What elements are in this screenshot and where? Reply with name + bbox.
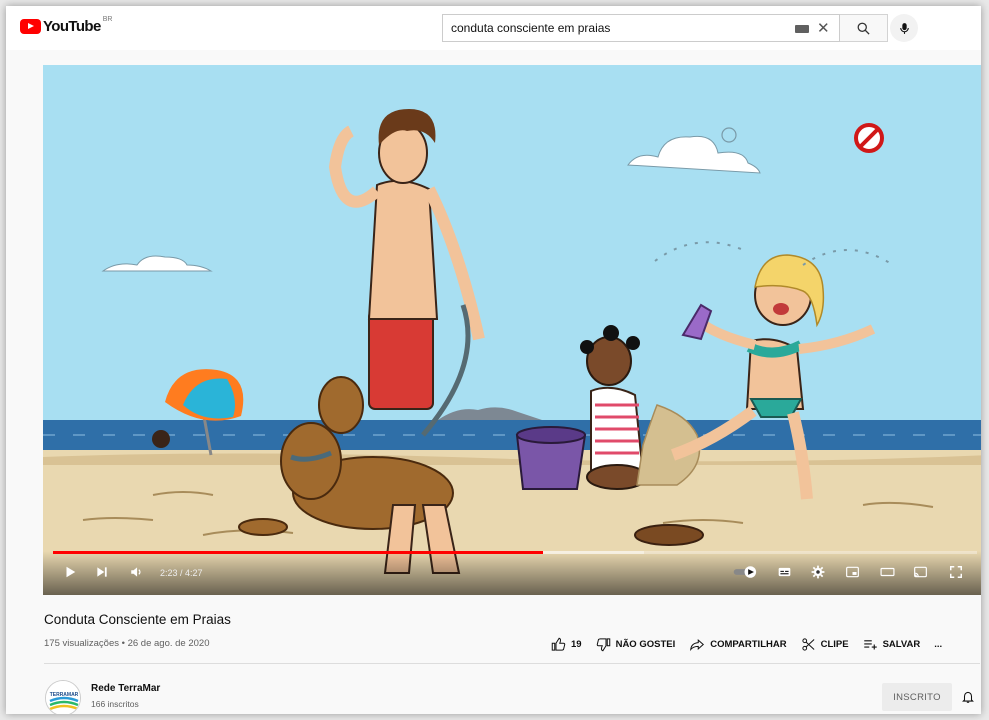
like-button[interactable]: 19 — [551, 637, 582, 652]
masthead: YouTube BR ✕ — [6, 6, 981, 50]
more-icon: ... — [934, 639, 943, 650]
video-player[interactable]: 2:23 / 4:27 — [43, 65, 981, 595]
volume-icon[interactable] — [129, 565, 144, 579]
settings-icon[interactable] — [811, 565, 825, 579]
subscriber-count: 166 inscritos — [91, 699, 139, 709]
divider — [44, 663, 980, 664]
video-meta: 175 visualizações • 26 de ago. de 2020 — [44, 638, 210, 649]
youtube-logo[interactable]: YouTube BR — [20, 16, 113, 35]
dislike-button[interactable]: NÃO GOSTEI — [596, 637, 676, 652]
microphone-icon — [899, 22, 909, 34]
share-label: COMPARTILHAR — [710, 639, 787, 650]
miniplayer-icon[interactable] — [845, 565, 860, 579]
clear-icon[interactable]: ✕ — [817, 19, 830, 37]
progress-bar[interactable] — [53, 551, 977, 554]
share-icon — [690, 639, 705, 652]
terramar-logo-icon: TERRAMAR — [46, 681, 80, 714]
save-label: SALVAR — [882, 639, 921, 650]
theater-mode-icon[interactable] — [879, 565, 896, 579]
subtitles-icon[interactable] — [777, 565, 792, 579]
search-button[interactable] — [840, 14, 888, 42]
subscribe-button[interactable]: INSCRITO — [882, 683, 952, 711]
keyboard-icon[interactable] — [795, 25, 809, 33]
logo-text: YouTube — [43, 18, 101, 35]
play-icon[interactable] — [63, 565, 77, 579]
browser-frame: YouTube BR ✕ — [6, 6, 981, 714]
fullscreen-icon[interactable] — [949, 565, 963, 579]
time-display: 2:23 / 4:27 — [160, 568, 203, 578]
clip-label: CLIPE — [820, 639, 849, 650]
country-code: BR — [102, 16, 113, 23]
youtube-play-icon — [20, 19, 41, 34]
video-title: Conduta Consciente em Praias — [44, 612, 231, 627]
search-box: ✕ — [442, 14, 840, 42]
save-button[interactable]: SALVAR — [863, 637, 921, 652]
scissors-icon — [801, 638, 815, 651]
video-frame — [43, 65, 981, 595]
progress-played — [53, 551, 543, 554]
add-to-playlist-icon — [863, 640, 877, 650]
thumbs-down-icon — [596, 638, 610, 652]
like-count: 19 — [571, 639, 582, 650]
player-controls: 2:23 / 4:27 — [43, 551, 981, 595]
thumbs-up-icon — [551, 637, 566, 651]
autoplay-toggle-icon[interactable] — [733, 565, 759, 579]
clip-button[interactable]: CLIPE — [801, 637, 849, 652]
channel-avatar[interactable]: TERRAMAR — [45, 680, 81, 714]
channel-name[interactable]: Rede TerraMar — [91, 683, 160, 694]
next-icon[interactable] — [95, 565, 109, 579]
dislike-label: NÃO GOSTEI — [615, 639, 676, 650]
voice-search-button[interactable] — [890, 14, 918, 42]
share-button[interactable]: COMPARTILHAR — [689, 637, 787, 652]
cast-icon[interactable] — [913, 565, 928, 579]
search-input[interactable] — [443, 15, 783, 41]
bell-icon[interactable] — [961, 689, 975, 705]
search-icon — [857, 22, 870, 35]
more-actions-button[interactable]: ... — [934, 639, 942, 650]
video-actions: 19 NÃO GOSTEI COMPARTILHAR CLIPE SALVAR … — [551, 637, 942, 652]
